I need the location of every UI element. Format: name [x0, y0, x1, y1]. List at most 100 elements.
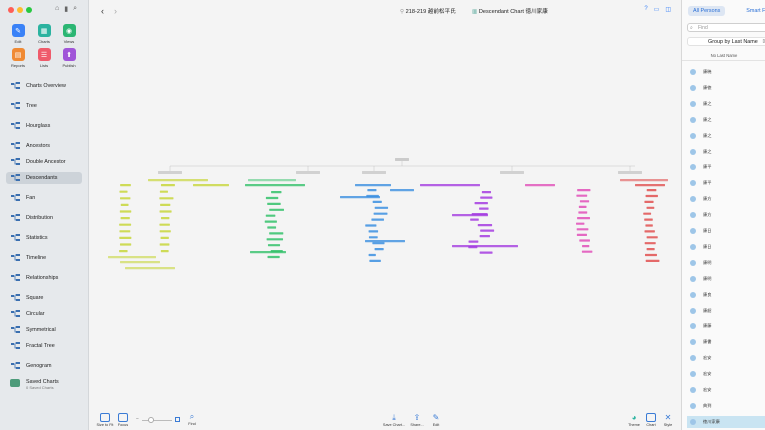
- person-box[interactable]: [120, 197, 131, 200]
- person-box[interactable]: [474, 202, 488, 205]
- views-button[interactable]: ◉ Views: [57, 24, 81, 44]
- person-box[interactable]: [160, 203, 171, 206]
- person-box[interactable]: [159, 230, 171, 233]
- person-box[interactable]: [620, 179, 668, 182]
- person-box[interactable]: [119, 223, 132, 226]
- list-item[interactable]: 康日: [687, 225, 765, 237]
- person-box[interactable]: [125, 267, 175, 270]
- charts-button[interactable]: ▦ Charts: [32, 24, 56, 44]
- sidebar-item-distribution[interactable]: Distribution: [6, 212, 82, 224]
- person-box[interactable]: [480, 229, 495, 232]
- reports-button[interactable]: ▤ Reports: [6, 48, 30, 68]
- person-box[interactable]: [372, 242, 385, 245]
- zoom-slider[interactable]: −: [136, 416, 180, 424]
- person-box[interactable]: [367, 189, 377, 192]
- person-box[interactable]: [267, 255, 280, 259]
- list-item[interactable]: 康暁: [687, 66, 765, 78]
- person-box[interactable]: [265, 196, 279, 200]
- person-box[interactable]: [119, 250, 128, 253]
- list-item[interactable]: 徳川家康: [687, 415, 765, 428]
- list-item[interactable]: 康明: [687, 257, 765, 269]
- person-box[interactable]: [119, 190, 128, 193]
- person-box[interactable]: [248, 179, 296, 182]
- list-item[interactable]: 康之: [687, 98, 765, 110]
- person-box[interactable]: [269, 208, 284, 211]
- saved-charts-item[interactable]: Saved Charts 0 Saved Charts: [10, 379, 59, 390]
- list-item[interactable]: 宏安: [687, 384, 765, 396]
- sidebar-item-double-ancestor[interactable]: Double Ancestor: [6, 156, 82, 168]
- list-item[interactable]: 康藤: [687, 320, 765, 332]
- person-box[interactable]: [271, 191, 282, 194]
- sidebar-item-fractal-tree[interactable]: Fractal Tree: [6, 340, 82, 352]
- all-persons-tab[interactable]: All Persons: [688, 6, 726, 16]
- person-box[interactable]: [618, 171, 642, 174]
- person-box[interactable]: [578, 205, 587, 208]
- person-box[interactable]: [245, 184, 305, 187]
- person-box[interactable]: [576, 222, 585, 225]
- sidebar-item-timeline[interactable]: Timeline: [6, 252, 82, 264]
- minimize-window-button[interactable]: [17, 7, 23, 13]
- person-box[interactable]: [108, 256, 156, 259]
- list-item[interactable]: 康日: [687, 241, 765, 253]
- person-box[interactable]: [646, 248, 655, 251]
- list-item[interactable]: 宏安: [687, 368, 765, 380]
- list-item[interactable]: 康良: [687, 289, 765, 301]
- person-box[interactable]: [269, 232, 284, 235]
- smart-filters-tab[interactable]: Smart Fil: [741, 6, 765, 16]
- zoom-window-button[interactable]: [26, 7, 32, 13]
- theme-button[interactable]: ◕ Theme: [627, 413, 641, 427]
- person-box[interactable]: [119, 230, 131, 233]
- edit-button[interactable]: ✎ Edit: [6, 24, 30, 44]
- find-button[interactable]: ⌕ Find: [186, 412, 198, 426]
- person-box[interactable]: [267, 202, 281, 205]
- person-box[interactable]: [119, 236, 132, 239]
- sidebar-item-circular[interactable]: Circular: [6, 308, 82, 320]
- person-box[interactable]: [645, 259, 660, 262]
- person-box[interactable]: [644, 253, 657, 257]
- bookmark-icon[interactable]: ▮: [64, 5, 68, 13]
- list-item[interactable]: 康之: [687, 130, 765, 142]
- person-search-icon[interactable]: ⌕: [73, 5, 77, 13]
- size-to-fit-button[interactable]: Size to Fit: [96, 413, 114, 427]
- person-box[interactable]: [452, 245, 518, 248]
- person-box[interactable]: [452, 214, 488, 217]
- sidebar-icon[interactable]: ◫: [665, 6, 671, 13]
- person-box[interactable]: [643, 212, 652, 215]
- person-box[interactable]: [159, 223, 170, 226]
- close-window-button[interactable]: [8, 7, 14, 13]
- focus-button[interactable]: Focus: [117, 413, 129, 427]
- sidebar-item-symmetrical[interactable]: Symmetrical: [6, 324, 82, 336]
- person-box[interactable]: [371, 218, 384, 221]
- person-box[interactable]: [576, 194, 588, 197]
- lists-button[interactable]: ☰ Lists: [32, 48, 56, 68]
- person-box[interactable]: [479, 251, 493, 254]
- list-item[interactable]: 康平: [687, 177, 765, 189]
- person-box[interactable]: [368, 253, 376, 257]
- person-box[interactable]: [365, 240, 405, 243]
- sidebar-item-fan[interactable]: Fan: [6, 192, 82, 204]
- person-box[interactable]: [160, 184, 175, 187]
- person-box[interactable]: [159, 243, 170, 246]
- person-box[interactable]: [644, 242, 656, 245]
- sidebar-item-square[interactable]: Square: [6, 292, 82, 304]
- person-selector[interactable]: ⚲ 218-219 越前松平氏: [400, 7, 456, 15]
- list-item[interactable]: 康方: [687, 209, 765, 221]
- list-item[interactable]: 康之: [687, 114, 765, 126]
- person-box[interactable]: [368, 236, 378, 239]
- person-box[interactable]: [296, 171, 320, 174]
- person-box[interactable]: [369, 259, 381, 262]
- person-box[interactable]: [374, 248, 384, 251]
- person-box[interactable]: [365, 224, 377, 227]
- person-box[interactable]: [644, 230, 655, 233]
- person-box[interactable]: [119, 210, 132, 213]
- person-box[interactable]: [120, 261, 160, 264]
- person-box[interactable]: [635, 184, 665, 187]
- person-box[interactable]: [420, 184, 480, 187]
- person-box[interactable]: [579, 239, 590, 242]
- chart-settings-button[interactable]: Chart: [644, 413, 658, 427]
- person-box[interactable]: [119, 243, 132, 246]
- person-box[interactable]: [372, 200, 382, 203]
- list-item[interactable]: 康之: [687, 146, 765, 158]
- person-box[interactable]: [646, 236, 658, 239]
- person-box[interactable]: [374, 206, 389, 209]
